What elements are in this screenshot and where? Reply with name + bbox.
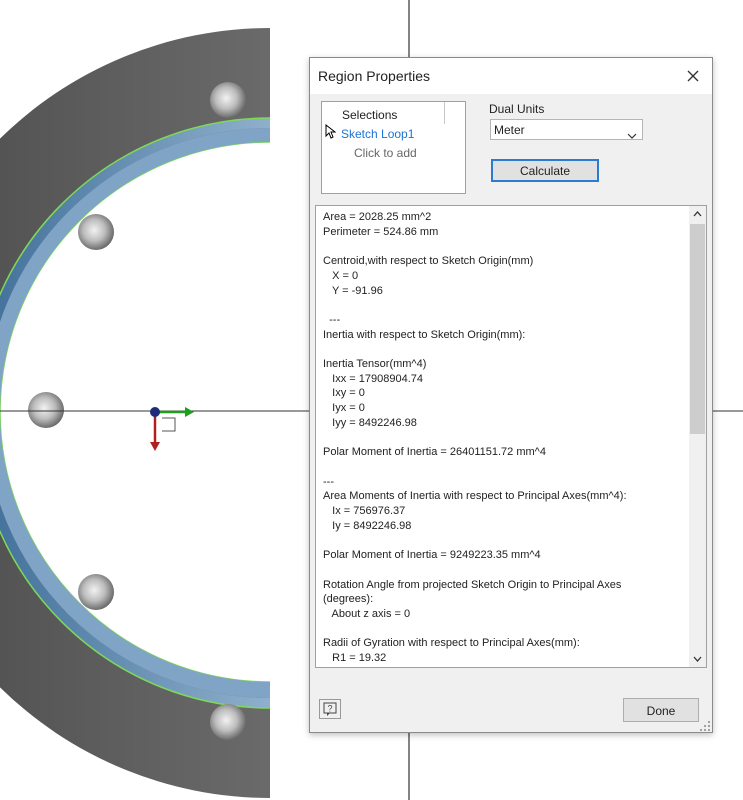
bolt-hole: [78, 214, 114, 250]
selection-add-hint[interactable]: Click to add: [354, 146, 417, 160]
help-icon[interactable]: ?: [319, 699, 341, 719]
dual-units-value: Meter: [494, 123, 525, 137]
cursor-arrow-icon: [325, 123, 337, 139]
resize-grip-icon[interactable]: [699, 719, 711, 731]
selections-header-label: Selections: [342, 108, 398, 122]
calculate-button-label: Calculate: [519, 164, 571, 178]
chevron-down-icon: [627, 127, 637, 139]
selections-list[interactable]: Selections Sketch Loop1 Click to add: [321, 101, 466, 194]
results-textarea[interactable]: Area = 2028.25 mm^2 Perimeter = 524.86 m…: [315, 205, 707, 668]
results-text: Area = 2028.25 mm^2 Perimeter = 524.86 m…: [323, 211, 627, 667]
dual-units-select[interactable]: Meter: [490, 119, 643, 140]
done-button[interactable]: Done: [623, 698, 699, 722]
dual-units-label: Dual Units: [489, 102, 545, 116]
dialog-title: Region Properties: [318, 68, 431, 84]
bolt-hole: [78, 574, 114, 610]
selections-header: Selections: [322, 102, 445, 124]
scroll-up-icon[interactable]: [689, 206, 706, 223]
done-button-label: Done: [646, 704, 676, 718]
bolt-hole: [210, 82, 246, 118]
close-icon[interactable]: [680, 63, 706, 89]
svg-text:?: ?: [327, 704, 332, 714]
region-properties-dialog: Region Properties Selections Sketch Loop…: [309, 57, 713, 733]
dialog-titlebar[interactable]: Region Properties: [310, 58, 712, 94]
calculate-button[interactable]: Calculate: [491, 159, 599, 182]
scroll-thumb[interactable]: [690, 224, 705, 434]
results-scrollbar[interactable]: [689, 206, 706, 667]
bolt-hole: [28, 392, 64, 428]
selection-item-sketch-loop[interactable]: Sketch Loop1: [341, 127, 414, 141]
bolt-hole: [210, 704, 246, 740]
scroll-down-icon[interactable]: [689, 650, 706, 667]
